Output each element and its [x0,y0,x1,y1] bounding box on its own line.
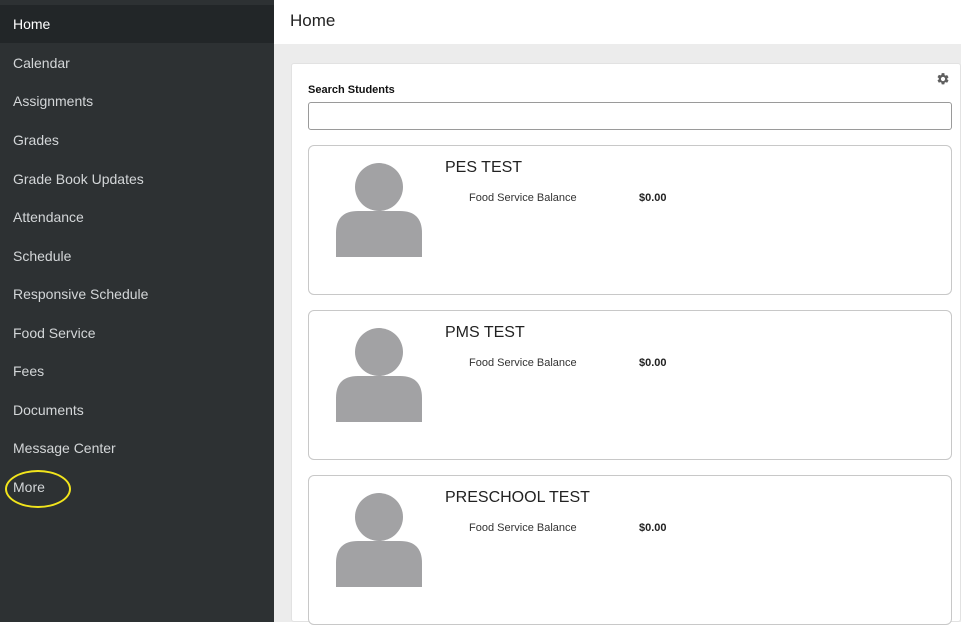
sidebar-item-assignments[interactable]: Assignments [0,82,274,120]
sidebar-item-more[interactable]: More [0,468,274,506]
student-name: PRESCHOOL TEST [445,489,590,506]
student-card[interactable]: PES TEST Food Service Balance $0.00 [308,145,952,295]
sidebar-item-calendar[interactable]: Calendar [0,44,274,82]
sidebar-item-food-service[interactable]: Food Service [0,314,274,352]
page-header: Home [274,0,961,44]
sidebar-item-fees[interactable]: Fees [0,352,274,390]
student-card[interactable]: PRESCHOOL TEST Food Service Balance $0.0… [308,475,952,625]
food-service-balance-value: $0.00 [639,192,667,204]
main-content: Search Students PES TEST Food Service Ba… [274,44,961,625]
student-name: PES TEST [445,159,523,176]
person-silhouette-icon [336,491,422,587]
student-panel: Search Students PES TEST Food Service Ba… [291,63,961,625]
food-service-balance-label: Food Service Balance [469,192,577,204]
person-silhouette-icon [336,161,422,257]
food-service-balance-label: Food Service Balance [469,357,577,369]
food-service-balance-value: $0.00 [639,357,667,369]
sidebar-item-attendance[interactable]: Attendance [0,198,274,236]
sidebar-item-grade-book-updates[interactable]: Grade Book Updates [0,160,274,198]
search-students-label: Search Students [308,84,395,96]
student-name: PMS TEST [445,324,525,341]
student-card[interactable]: PMS TEST Food Service Balance $0.00 [308,310,952,460]
gear-icon[interactable] [936,72,950,86]
sidebar-item-grades[interactable]: Grades [0,121,274,159]
search-students-input[interactable] [308,102,952,130]
food-service-balance-value: $0.00 [639,522,667,534]
sidebar-item-responsive-schedule[interactable]: Responsive Schedule [0,275,274,313]
sidebar-item-home[interactable]: Home [0,5,274,43]
food-service-balance-label: Food Service Balance [469,522,577,534]
sidebar-nav: Home Calendar Assignments Grades Grade B… [0,0,274,622]
page-title: Home [290,11,336,30]
sidebar-item-message-center[interactable]: Message Center [0,429,274,467]
sidebar-item-documents[interactable]: Documents [0,391,274,429]
sidebar-item-schedule[interactable]: Schedule [0,237,274,275]
person-silhouette-icon [336,326,422,422]
